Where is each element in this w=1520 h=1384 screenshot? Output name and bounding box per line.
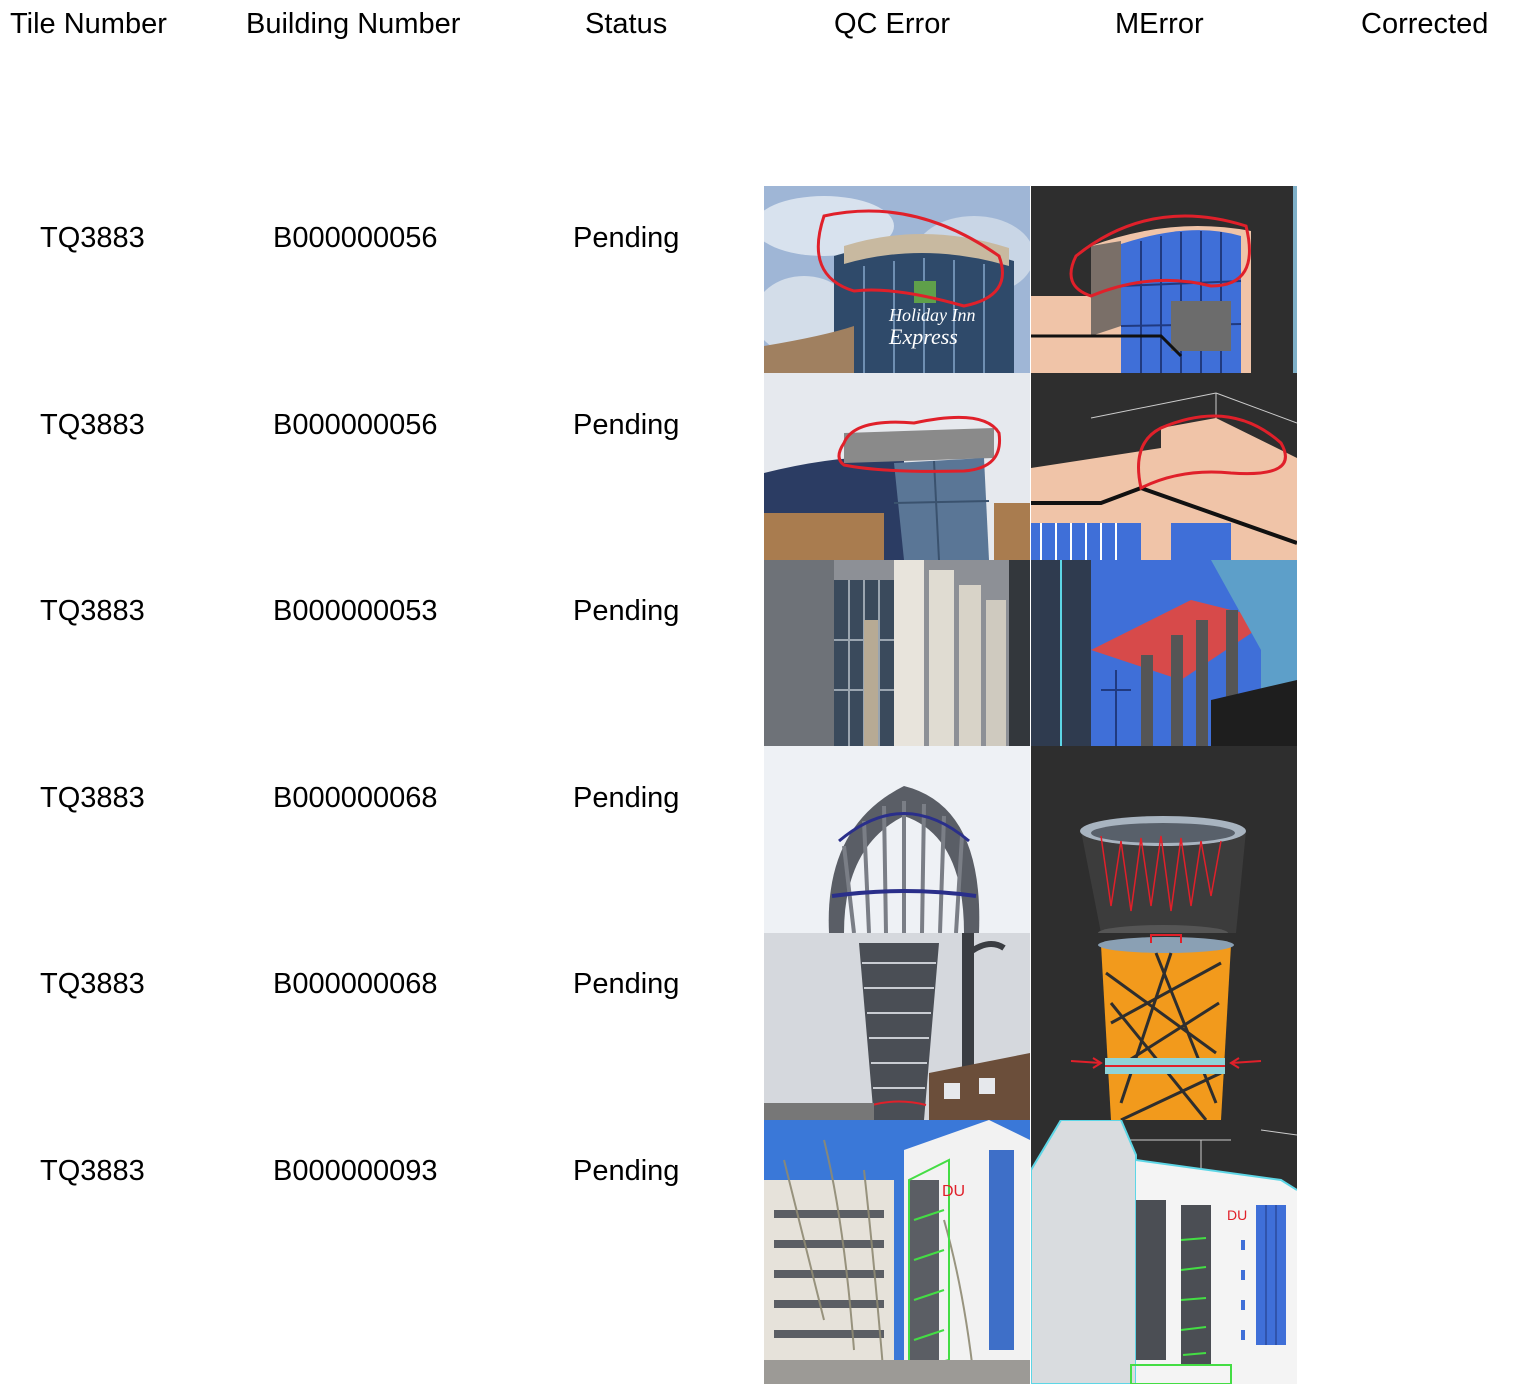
qc-error-image[interactable]: DU [764, 1120, 1030, 1384]
tile-number-cell: TQ3883 [40, 968, 145, 1000]
merror-image[interactable] [1031, 186, 1297, 373]
merror-image[interactable]: DU [1031, 1120, 1297, 1384]
status-cell: Pending [573, 222, 680, 254]
status-cell: Pending [573, 595, 680, 627]
building-number-cell: B000000093 [273, 1155, 438, 1187]
merror-image[interactable] [1031, 746, 1297, 933]
tile-number-cell: TQ3883 [40, 222, 145, 254]
header-corrected: Corrected [1361, 8, 1489, 40]
header-qc-error: QC Error [834, 8, 950, 40]
qc-error-image[interactable] [764, 560, 1030, 747]
header-merror: MError [1115, 8, 1204, 40]
status-cell: Pending [573, 782, 680, 814]
building-number-cell: B000000056 [273, 222, 438, 254]
building-number-cell: B000000068 [273, 968, 438, 1000]
svg-text:Express: Express [888, 324, 958, 349]
building-number-cell: B000000056 [273, 409, 438, 441]
status-cell: Pending [573, 409, 680, 441]
header-building-number: Building Number [246, 8, 461, 40]
qc-error-image[interactable] [764, 373, 1030, 560]
qc-error-image[interactable] [764, 746, 1030, 933]
merror-image[interactable] [1031, 373, 1297, 560]
building-number-cell: B000000053 [273, 595, 438, 627]
tile-number-cell: TQ3883 [40, 782, 145, 814]
qc-error-image[interactable] [764, 933, 1030, 1120]
tile-number-cell: TQ3883 [40, 409, 145, 441]
header-tile-number: Tile Number [10, 8, 167, 40]
building-number-cell: B000000068 [273, 782, 438, 814]
svg-text:Holiday Inn: Holiday Inn [888, 305, 975, 325]
header-status: Status [585, 8, 668, 40]
status-cell: Pending [573, 968, 680, 1000]
merror-image[interactable] [1031, 560, 1297, 747]
qc-error-image[interactable]: Holiday Inn Express [764, 186, 1030, 373]
tile-number-cell: TQ3883 [40, 595, 145, 627]
svg-text:DU: DU [942, 1183, 965, 1200]
status-cell: Pending [573, 1155, 680, 1187]
tile-number-cell: TQ3883 [40, 1155, 145, 1187]
svg-text:DU: DU [1227, 1207, 1247, 1223]
merror-image[interactable] [1031, 933, 1297, 1120]
